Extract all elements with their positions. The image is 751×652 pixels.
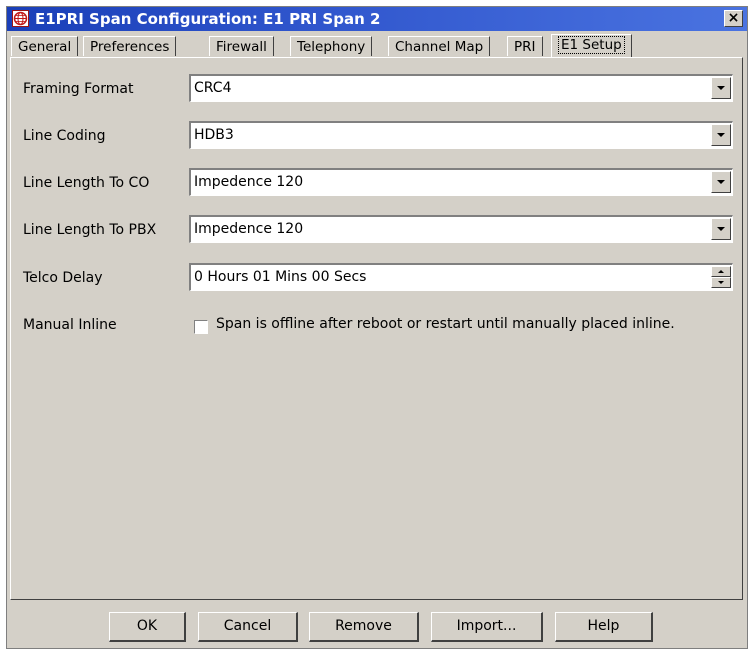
manual-inline-label: Manual Inline — [23, 317, 117, 333]
telco-delay-stepper — [711, 266, 731, 288]
tab-telephony[interactable]: Telephony — [290, 36, 373, 56]
close-icon: × — [727, 10, 740, 26]
remove-button[interactable]: Remove — [309, 612, 419, 642]
tab-pri[interactable]: PRI — [507, 36, 543, 56]
chevron-down-icon[interactable] — [711, 124, 731, 146]
tab-general-label: General — [18, 39, 72, 55]
title-bar[interactable]: E1PRI Span Configuration: E1 PRI Span 2 … — [7, 7, 747, 31]
tab-e1-setup-label: E1 Setup — [558, 36, 625, 54]
tab-general[interactable]: General — [11, 36, 79, 56]
ok-button[interactable]: OK — [109, 612, 186, 642]
line-length-co-select[interactable]: Impedence 120 — [189, 168, 733, 196]
app-globe-icon — [12, 10, 29, 27]
cancel-button[interactable]: Cancel — [198, 612, 298, 642]
import-button[interactable]: Import... — [431, 612, 543, 642]
telco-delay-label: Telco Delay — [23, 270, 103, 286]
line-coding-value: HDB3 — [194, 127, 234, 143]
telco-delay-spinner[interactable]: 0 Hours 01 Mins 00 Secs — [189, 263, 733, 291]
spin-up-icon[interactable] — [711, 266, 731, 277]
framing-format-value: CRC4 — [194, 80, 232, 96]
chevron-down-icon[interactable] — [711, 77, 731, 99]
tab-bar: General Preferences Firewall Telephony C… — [11, 34, 741, 57]
tab-channel-map-label: Channel Map — [395, 39, 484, 55]
chevron-down-icon[interactable] — [711, 218, 731, 240]
line-coding-select[interactable]: HDB3 — [189, 121, 733, 149]
span-configuration-dialog: E1PRI Span Configuration: E1 PRI Span 2 … — [6, 6, 748, 649]
button-bar: OK Cancel Remove Import... Help — [7, 600, 747, 648]
tab-channel-map[interactable]: Channel Map — [388, 36, 491, 56]
window-title: E1PRI Span Configuration: E1 PRI Span 2 — [35, 10, 381, 28]
manual-inline-checkbox-label[interactable]: Span is offline after reboot or restart … — [216, 316, 675, 332]
tab-firewall[interactable]: Firewall — [209, 36, 274, 56]
line-length-pbx-label: Line Length To PBX — [23, 222, 157, 238]
line-length-pbx-select[interactable]: Impedence 120 — [189, 215, 733, 243]
tab-e1-setup[interactable]: E1 Setup — [551, 34, 632, 57]
help-button[interactable]: Help — [555, 612, 653, 642]
framing-format-select[interactable]: CRC4 — [189, 74, 733, 102]
line-length-pbx-value: Impedence 120 — [194, 221, 304, 237]
spin-down-icon[interactable] — [711, 277, 731, 288]
e1-setup-panel: Framing Format CRC4 Line Coding HDB3 Lin… — [10, 57, 743, 600]
telco-delay-value: 0 Hours 01 Mins 00 Secs — [194, 269, 367, 285]
tab-telephony-label: Telephony — [297, 39, 366, 55]
tab-preferences[interactable]: Preferences — [83, 36, 177, 56]
tab-preferences-label: Preferences — [90, 39, 170, 55]
chevron-down-icon[interactable] — [711, 171, 731, 193]
tab-firewall-label: Firewall — [216, 39, 267, 55]
line-coding-label: Line Coding — [23, 128, 106, 144]
tab-pri-label: PRI — [514, 39, 536, 55]
close-button[interactable]: × — [724, 10, 743, 27]
line-length-co-label: Line Length To CO — [23, 175, 150, 191]
manual-inline-checkbox[interactable] — [194, 320, 208, 334]
framing-format-label: Framing Format — [23, 81, 134, 97]
line-length-co-value: Impedence 120 — [194, 174, 304, 190]
